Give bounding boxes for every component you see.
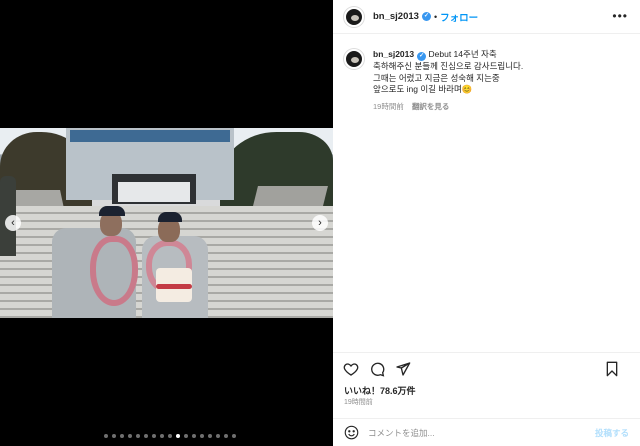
carousel-dot[interactable] (136, 434, 140, 438)
header-separator: • (433, 11, 438, 22)
carousel-dot[interactable] (232, 434, 236, 438)
carousel-dot[interactable] (176, 434, 180, 438)
caption-time: 19時間前 (373, 101, 404, 111)
carousel-indicator (104, 434, 236, 438)
photo-building-sign (70, 130, 230, 142)
photo-flower-lei-left (90, 236, 138, 306)
caption-text-line: 그때는 어렸고 지금은 성숙해 지는중 (373, 72, 500, 83)
carousel-dot[interactable] (160, 434, 164, 438)
caption-body: bn_sj2013 ✓ Debut 14주년 자축 축하해주신 분들께 진심으로 … (373, 49, 623, 112)
caption-text-line: 앞으로도 ing 이길 바라며😊 (373, 84, 473, 94)
carousel-dot[interactable] (216, 434, 220, 438)
caption-meta: 19時間前 翻訳を見る (373, 101, 623, 113)
send-icon[interactable] (395, 361, 411, 377)
chevron-left-icon[interactable]: ‹ (5, 215, 21, 231)
heart-icon[interactable] (343, 361, 359, 377)
avatar[interactable] (344, 6, 364, 27)
chevron-right-icon[interactable]: › (312, 215, 328, 231)
post-comment-button[interactable]: 投稿する (595, 427, 629, 439)
carousel-dot[interactable] (192, 434, 196, 438)
verified-badge-icon: ✓ (421, 12, 431, 21)
post-header: bn_sj2013 ✓ • フォロー ••• (333, 0, 640, 34)
action-bar (333, 352, 640, 384)
comment-icon[interactable] (369, 361, 385, 377)
follow-button[interactable]: フォロー (440, 10, 478, 24)
likes-count[interactable]: いいね！78.6万件 (344, 384, 416, 397)
media-pane: ‹ › (0, 0, 333, 446)
post-sidebar: bn_sj2013 ✓ • フォロー ••• bn_sj2013 ✓ Debut … (333, 0, 640, 446)
photo-cake-band (156, 284, 192, 289)
carousel-dot[interactable] (184, 434, 188, 438)
caption-text-line: 축하해주신 분들께 진심으로 감사드립니다. (373, 61, 524, 71)
caption-first-line: bn_sj2013 ✓ Debut 14주년 자축 (373, 49, 623, 61)
post-photo (0, 128, 333, 318)
more-horizontal-icon[interactable]: ••• (612, 9, 628, 23)
caption-avatar[interactable] (344, 49, 364, 69)
verified-badge-icon: ✓ (417, 52, 427, 61)
post-modal: ‹ › bn_sj2013 ✓ • フォロー ••• bn_sj2013 ✓ De… (0, 0, 640, 446)
photo-door-glass (118, 182, 190, 202)
emoji-icon[interactable] (344, 425, 359, 440)
post-timestamp: 19時間前 (344, 399, 373, 406)
photo-person-left-cap (99, 206, 125, 216)
photo-person-right-cap (158, 212, 182, 222)
caption-text-line: Debut 14주년 자축 (428, 49, 497, 59)
username-link[interactable]: bn_sj2013 (373, 11, 419, 22)
carousel-dot[interactable] (112, 434, 116, 438)
carousel-dot[interactable] (200, 434, 204, 438)
carousel-dot[interactable] (120, 434, 124, 438)
caption-username-link[interactable]: bn_sj2013 (373, 49, 414, 59)
carousel-dot[interactable] (104, 434, 108, 438)
caption-block: bn_sj2013 ✓ Debut 14주년 자축 축하해주신 분들께 진심으로 … (333, 34, 640, 112)
carousel-dot[interactable] (208, 434, 212, 438)
comment-bar: 投稿する (333, 418, 640, 446)
carousel-dot[interactable] (224, 434, 228, 438)
translate-link[interactable]: 翻訳を見る (412, 102, 450, 111)
bookmark-icon[interactable] (604, 361, 620, 377)
carousel-dot[interactable] (128, 434, 132, 438)
carousel-dot[interactable] (168, 434, 172, 438)
carousel-dot[interactable] (144, 434, 148, 438)
comment-input[interactable] (368, 427, 578, 438)
carousel-dot[interactable] (152, 434, 156, 438)
